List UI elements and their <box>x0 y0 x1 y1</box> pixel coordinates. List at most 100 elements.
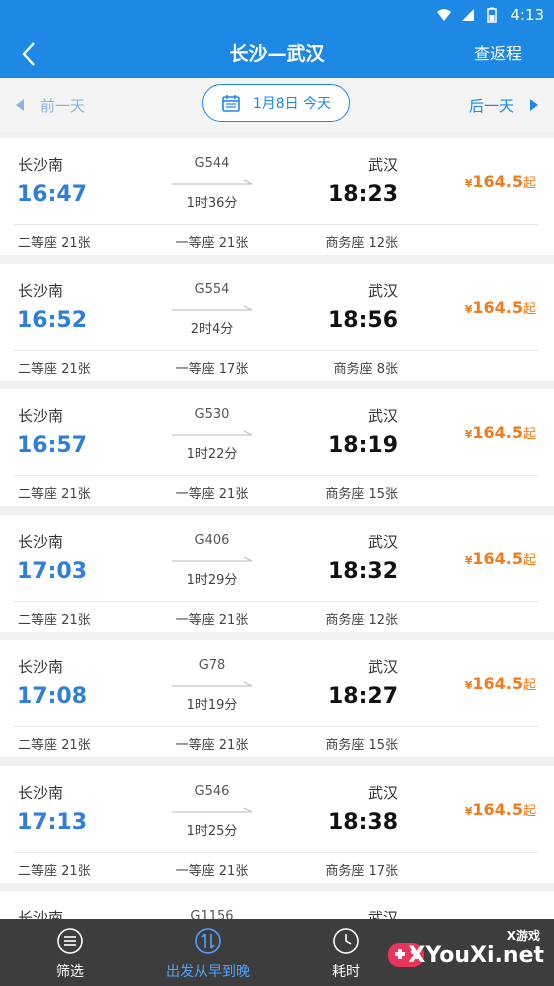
date-selector[interactable]: 1月8日 今天 <box>202 84 350 122</box>
price: ¥164.5起 <box>465 298 536 317</box>
tab-sort-label: 出发从早到晚 <box>166 964 250 980</box>
departure-station: 长沙南 <box>18 658 64 676</box>
route-arrow-icon <box>172 179 252 185</box>
price-suffix: 起 <box>522 803 536 819</box>
departure-time: 16:47 <box>17 182 88 207</box>
trip-duration: 2时4分 <box>190 321 234 337</box>
trip-duration: 1时25分 <box>186 823 238 839</box>
card-divider <box>14 349 538 351</box>
departure-time: 16:57 <box>17 433 88 458</box>
arrival-station: 武汉 <box>367 407 398 425</box>
next-day-button[interactable]: 后一天 <box>469 78 538 132</box>
wifi-icon <box>437 9 452 21</box>
price-suffix: 起 <box>522 678 536 693</box>
tab-filter[interactable]: 筛选 <box>10 919 130 986</box>
route-arrow-icon <box>172 807 252 812</box>
train-number: G78 <box>198 658 226 673</box>
seat-first-class: 一等座 21张 <box>175 612 249 628</box>
watermark: X游戏 XYouXi.net <box>380 927 550 981</box>
train-card[interactable]: 长沙南 16:47 G544 1时36分 武汉 18:23 ¥164.5起 二等座 21张 一等… <box>0 138 554 255</box>
seat-second-class: 二等座 21张 <box>18 863 91 879</box>
price-value: 164.5 <box>472 674 523 693</box>
price-suffix: 起 <box>522 301 536 317</box>
seat-second-class: 二等座 21张 <box>18 487 91 502</box>
route-arrow-icon <box>172 556 252 561</box>
trip-duration: 1时22分 <box>186 447 238 462</box>
departure-time: 17:03 <box>17 558 88 584</box>
price: ¥164.5起 <box>465 423 536 442</box>
price-value: 164.5 <box>472 423 523 442</box>
seat-first-class: 一等座 21张 <box>175 236 249 251</box>
departure-time: 16:52 <box>17 307 88 333</box>
trip-duration: 1时36分 <box>186 196 238 211</box>
arrival-time: 18:23 <box>327 182 398 207</box>
prev-day-label: 前一天 <box>40 96 86 115</box>
arrival-station: 武汉 <box>367 658 398 676</box>
arrival-station: 武汉 <box>367 156 398 174</box>
train-card[interactable]: 长沙南 16:57 G530 1时22分 武汉 18:19 ¥164.5起二等座 21张 一等… <box>0 389 554 506</box>
price-suffix: 起 <box>522 427 536 442</box>
train-number: G544 <box>194 156 230 171</box>
departure-station: 长沙南 <box>18 783 64 802</box>
card-divider <box>14 600 538 602</box>
arrival-time: 18:38 <box>327 809 398 835</box>
train-card[interactable]: 长沙南 17:13 G546 1时25分 武汉 18:38 ¥164.5起 二等座 21张 一等… <box>0 765 554 883</box>
triangle-right-icon <box>530 99 538 111</box>
train-number: G554 <box>194 281 230 297</box>
page-title: 长沙—武汉 <box>229 43 325 65</box>
arrival-time: 18:19 <box>327 433 398 458</box>
route-arrow-icon <box>172 305 252 310</box>
return-trip-button[interactable]: 查返程 <box>474 30 522 78</box>
departure-time: 17:08 <box>17 684 88 709</box>
arrival-station: 武汉 <box>367 532 398 551</box>
price-value: 164.5 <box>472 799 523 819</box>
price: ¥164.5起 <box>465 800 536 819</box>
nav-bar: 长沙—武汉 查返程 <box>0 30 554 78</box>
price-value: 164.5 <box>472 297 523 317</box>
status-time: 4:13 <box>510 6 544 24</box>
card-divider <box>14 851 538 853</box>
train-card[interactable]: 长沙南 17:03 G406 1时29分 武汉 18:32 ¥164.5起 二等座 21张 一等… <box>0 514 554 632</box>
seat-business-class: 商务座 12张 <box>325 612 398 628</box>
train-number: G530 <box>194 407 230 422</box>
watermark-top-text: X游戏 <box>506 929 540 943</box>
price: ¥164.5起 <box>465 674 536 693</box>
arrival-station: 武汉 <box>367 281 398 300</box>
signal-icon <box>462 9 475 21</box>
triangle-left-icon <box>16 99 24 111</box>
arrival-time: 18:32 <box>327 558 398 584</box>
train-number: G546 <box>194 783 230 799</box>
train-card[interactable]: 长沙南 17:08 G78 1时19分 武汉 18:27 ¥164.5起 二等座 21张 一等座… <box>0 640 554 757</box>
trip-duration: 1时19分 <box>186 698 238 713</box>
prev-day-button[interactable]: 前一天 <box>16 78 85 132</box>
seat-first-class: 一等座 21张 <box>175 863 249 879</box>
clock-icon <box>333 928 359 954</box>
seat-business-class: 商务座 8张 <box>333 361 398 377</box>
price-value: 164.5 <box>472 172 523 191</box>
seat-first-class: 一等座 21张 <box>175 738 249 753</box>
card-divider <box>14 475 538 476</box>
seat-first-class: 一等座 21张 <box>175 487 249 502</box>
seat-business-class: 商务座 17张 <box>325 863 398 879</box>
card-divider <box>14 726 538 727</box>
arrival-time: 18:27 <box>327 684 398 709</box>
departure-station: 长沙南 <box>18 407 64 425</box>
seat-second-class: 二等座 21张 <box>18 361 91 377</box>
seat-second-class: 二等座 21张 <box>18 236 91 251</box>
price-value: 164.5 <box>472 548 523 568</box>
arrival-time: 18:56 <box>327 307 398 333</box>
price-suffix: 起 <box>522 176 536 191</box>
tab-filter-label: 筛选 <box>56 964 84 980</box>
seat-business-class: 商务座 12张 <box>325 236 398 251</box>
trip-duration: 1时29分 <box>186 572 238 588</box>
next-day-label: 后一天 <box>468 96 514 115</box>
departure-station: 长沙南 <box>18 281 64 300</box>
seat-second-class: 二等座 21张 <box>18 612 91 628</box>
calendar-icon <box>221 93 241 113</box>
train-card[interactable]: 长沙南 16:52 G554 2时4分 武汉 18:56 ¥164.5起 二等座 21张 一等座… <box>0 263 554 381</box>
train-number: G406 <box>194 532 230 548</box>
watermark-main-text: XYouXi.net <box>408 943 544 968</box>
battery-icon <box>487 7 498 23</box>
arrival-station: 武汉 <box>367 783 398 802</box>
tab-sort-departure[interactable]: 出发从早到晚 <box>148 919 268 986</box>
